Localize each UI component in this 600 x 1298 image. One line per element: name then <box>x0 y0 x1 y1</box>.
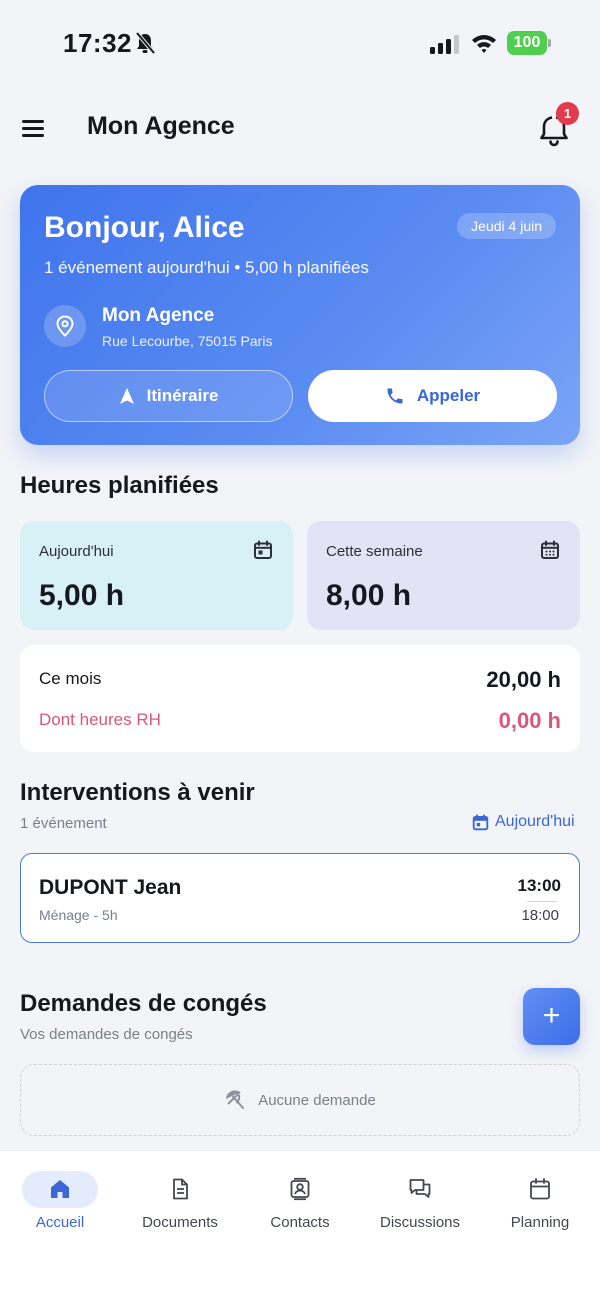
interventions-section-title: Interventions à venir <box>20 779 255 806</box>
app-header: Mon Agence <box>0 100 600 156</box>
today-hours-value: 5,00 h <box>39 579 125 612</box>
nav-documents-label: Documents <box>142 1214 218 1231</box>
end-time: 18:00 <box>521 907 559 924</box>
calendar-icon <box>472 813 489 830</box>
location-pin-icon <box>44 305 86 347</box>
nav-planning[interactable]: Planning <box>480 1151 600 1247</box>
day-summary: 1 événement aujourd'hui • 5,00 h planifi… <box>44 258 369 277</box>
interventions-count: 1 événement <box>20 815 107 832</box>
client-name: DUPONT Jean <box>39 876 182 899</box>
contacts-icon <box>290 1177 310 1201</box>
agency-name: Mon Agence <box>102 305 215 326</box>
nav-home-label: Accueil <box>35 1214 85 1231</box>
battery-level: 100 <box>507 31 547 55</box>
empty-leave-requests: Aucune demande <box>20 1064 580 1136</box>
week-hours-value: 8,00 h <box>326 579 412 612</box>
hours-section-title: Heures planifiées <box>20 472 219 499</box>
greeting: Bonjour, Alice <box>44 211 245 244</box>
nav-home[interactable]: Accueil <box>0 1151 120 1247</box>
calendar-day-icon <box>254 540 272 559</box>
status-time: 17:32 <box>63 28 132 58</box>
nav-planning-label: Planning <box>510 1214 570 1231</box>
call-button[interactable]: Appeler <box>308 370 557 422</box>
menu-bar <box>22 120 44 123</box>
bottom-navigation: Accueil Documents Contacts Discussions P… <box>0 1150 600 1298</box>
route-button[interactable]: Itinéraire <box>44 370 293 422</box>
page-title: Mon Agence <box>87 112 235 140</box>
month-hours-value: 20,00 h <box>486 667 561 692</box>
route-button-label: Itinéraire <box>146 386 219 405</box>
start-time: 13:00 <box>517 876 561 895</box>
silent-bell-icon <box>135 31 156 55</box>
battery-indicator: 100 <box>507 31 551 55</box>
month-hours-label: Ce mois <box>39 669 102 688</box>
week-hours-card: Cette semaine 8,00 h <box>307 521 580 630</box>
menu-bar <box>22 134 44 137</box>
time-divider <box>527 901 557 902</box>
battery-tip <box>548 39 551 47</box>
today-filter-label: Aujourd'hui <box>495 813 575 830</box>
intervention-item[interactable]: DUPONT Jean Ménage - 5h 13:00 18:00 <box>20 853 580 943</box>
week-hours-label: Cette semaine <box>326 543 423 560</box>
today-hours-card: Aujourd'hui 5,00 h <box>20 521 293 630</box>
add-leave-request-button[interactable]: + <box>523 988 580 1045</box>
menu-button[interactable] <box>20 114 50 142</box>
nav-discussions[interactable]: Discussions <box>360 1151 480 1247</box>
rh-hours-label: Dont heures RH <box>39 710 161 729</box>
agency-address: Rue Lecourbe, 75015 Paris <box>102 333 273 349</box>
today-filter-button[interactable]: Aujourd'hui <box>472 813 575 831</box>
today-hours-label: Aujourd'hui <box>39 543 114 560</box>
leave-section-subtitle: Vos demandes de congés <box>20 1026 193 1043</box>
empty-state-label: Aucune demande <box>258 1091 376 1109</box>
phone-icon <box>387 388 403 404</box>
welcome-card: Bonjour, Alice Jeudi 4 juin 1 événement … <box>20 185 580 445</box>
chat-icon <box>409 1179 431 1198</box>
status-bar: 17:32 100 <box>0 0 600 86</box>
nav-discussions-label: Discussions <box>379 1214 461 1231</box>
signal-icon <box>430 35 459 54</box>
calendar-week-icon <box>541 540 559 559</box>
calendar-icon <box>530 1178 550 1200</box>
nav-contacts[interactable]: Contacts <box>240 1151 360 1247</box>
document-icon <box>173 1178 188 1200</box>
call-button-label: Appeler <box>416 386 481 405</box>
menu-bar <box>22 127 44 130</box>
intervention-description: Ménage - 5h <box>39 907 118 923</box>
beach-umbrella-icon <box>226 1090 245 1109</box>
navigation-arrow-icon <box>119 388 134 404</box>
date-badge: Jeudi 4 juin <box>457 213 556 239</box>
leave-section-title: Demandes de congés <box>20 990 267 1017</box>
wifi-icon <box>472 35 496 53</box>
rh-hours-value: 0,00 h <box>498 708 561 733</box>
nav-documents[interactable]: Documents <box>120 1151 240 1247</box>
home-icon <box>51 1180 69 1198</box>
nav-contacts-label: Contacts <box>270 1214 330 1231</box>
month-hours-card: Ce mois 20,00 h Dont heures RH 0,00 h <box>20 645 580 752</box>
notification-badge: 1 <box>556 102 579 125</box>
